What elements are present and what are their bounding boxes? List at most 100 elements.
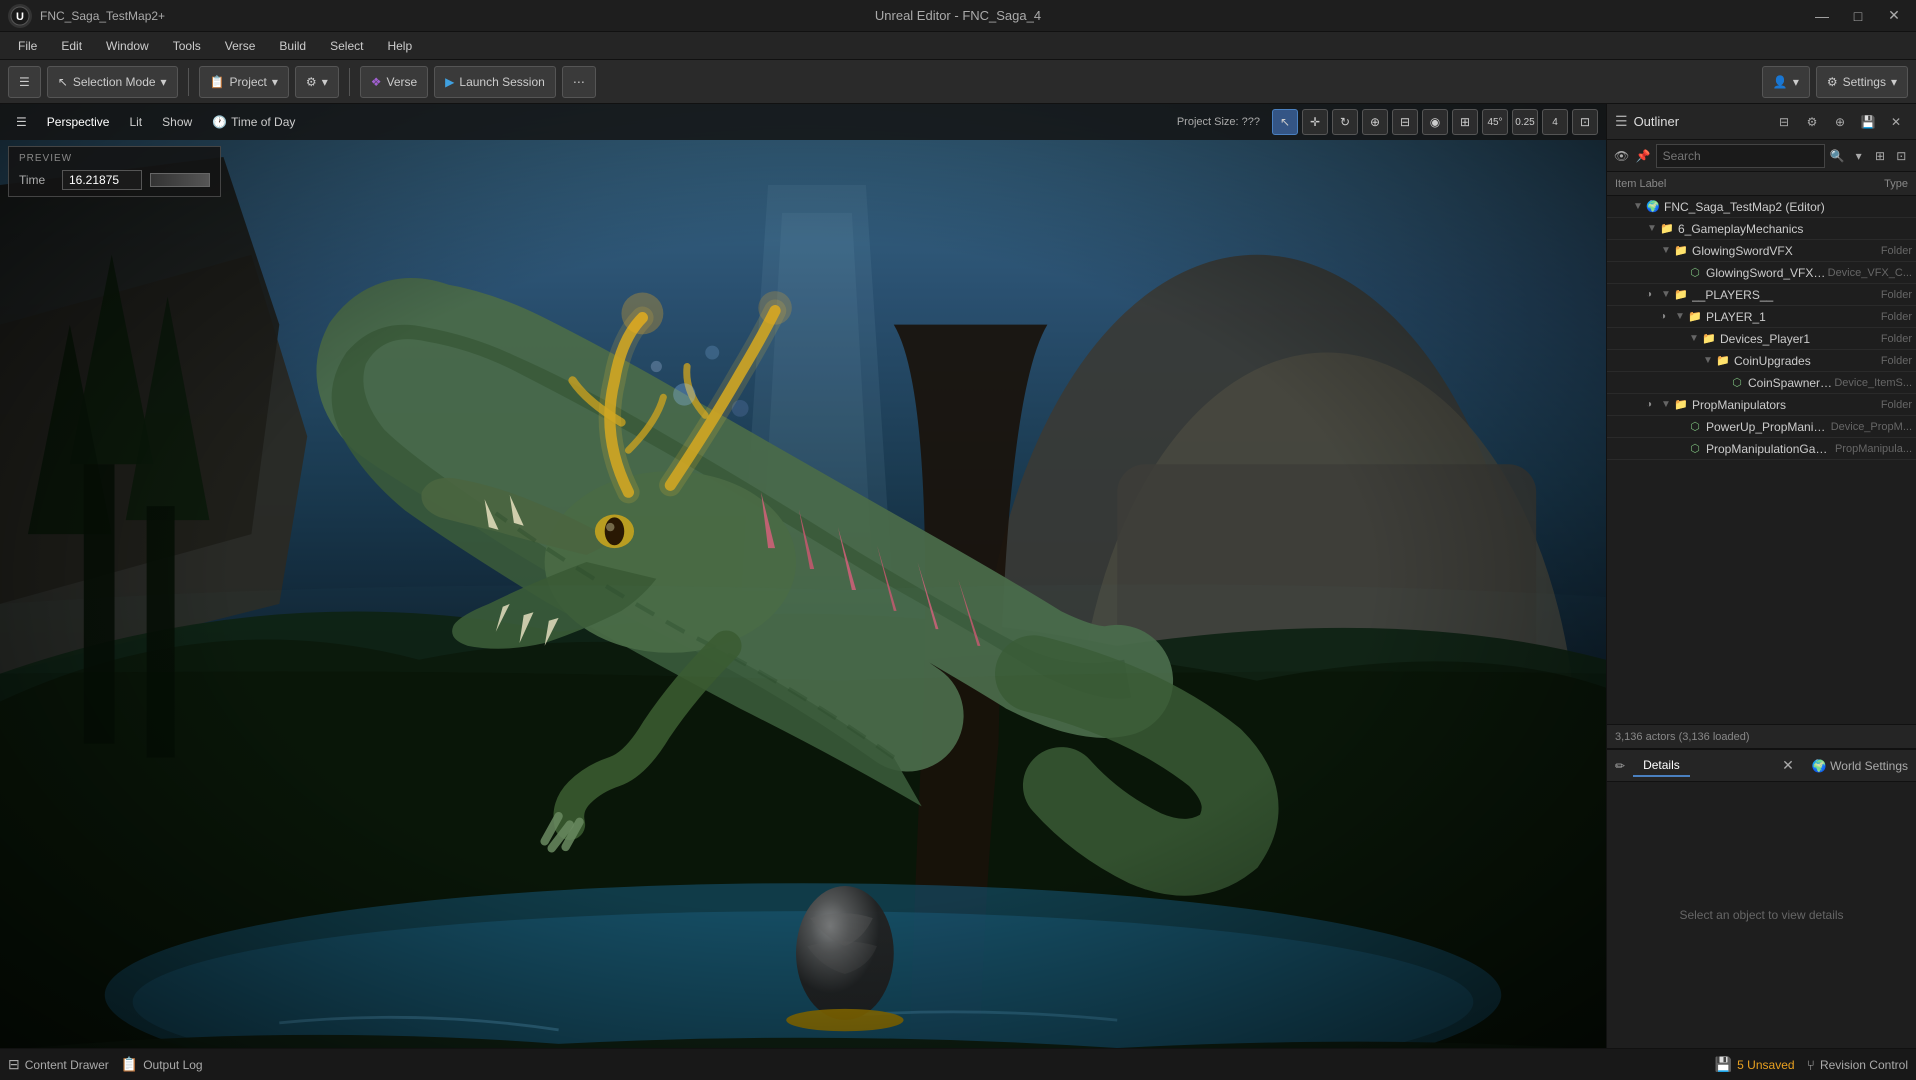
minimize-button[interactable]: —: [1808, 2, 1836, 30]
tree-item-type: PropManipula...: [1835, 443, 1912, 455]
preview-time-input[interactable]: [62, 170, 142, 190]
menu-tools[interactable]: Tools: [163, 36, 211, 56]
lit-button[interactable]: Lit: [121, 112, 150, 132]
maximize-button[interactable]: □: [1844, 2, 1872, 30]
outliner-dropdown-button[interactable]: ▾: [1850, 144, 1867, 168]
viewport-menu-button[interactable]: ☰: [8, 112, 35, 132]
tree-item[interactable]: ▼ 🌍 FNC_Saga_TestMap2 (Editor): [1607, 196, 1916, 218]
eye-toggle[interactable]: ◑: [1639, 289, 1659, 300]
project-size-label: Project Size: ???: [1177, 116, 1260, 128]
tree-arrow-spacer: [1715, 376, 1729, 390]
surface-snap-button[interactable]: ⊟: [1392, 109, 1418, 135]
tree-item[interactable]: ◑ ▼ 📁 PLAYER_1 Folder: [1607, 306, 1916, 328]
outliner-tree[interactable]: ▼ 🌍 FNC_Saga_TestMap2 (Editor) ▼ 📁 6_Gam…: [1607, 196, 1916, 724]
angle-button[interactable]: 45°: [1482, 109, 1508, 135]
tree-expand-arrow[interactable]: ▼: [1659, 398, 1673, 412]
preview-time-bar[interactable]: [150, 173, 210, 187]
tree-item[interactable]: ⬡ PropManipulationGam... PropManipula...: [1607, 438, 1916, 460]
tree-expand-arrow[interactable]: ▼: [1701, 354, 1715, 368]
outliner-grid-button[interactable]: ⊞: [1871, 144, 1888, 168]
hamburger-menu-button[interactable]: ☰: [8, 66, 41, 98]
tree-item-name: PowerUp_PropManipula...: [1706, 420, 1831, 434]
tree-expand-arrow[interactable]: ▼: [1687, 332, 1701, 346]
menu-file[interactable]: File: [8, 36, 47, 56]
orbit-tool-button[interactable]: ↻: [1332, 109, 1358, 135]
tree-expand-arrow[interactable]: ▼: [1659, 244, 1673, 258]
tree-expand-arrow[interactable]: ▼: [1673, 310, 1687, 324]
svg-text:U: U: [16, 11, 24, 23]
outliner-filter-button[interactable]: ⊟: [1772, 110, 1796, 134]
outliner-eye-button[interactable]: 👁: [1613, 144, 1630, 168]
menu-select[interactable]: Select: [320, 36, 373, 56]
project-button[interactable]: 📋 Project ▾: [199, 66, 289, 98]
outliner-save-button[interactable]: 💾: [1856, 110, 1880, 134]
output-log-button[interactable]: 📋 Output Log: [121, 1056, 203, 1073]
viewport[interactable]: ☰ Perspective Lit Show 🕐 Time of Day Pro…: [0, 104, 1606, 1048]
tree-expand-arrow[interactable]: ▼: [1645, 222, 1659, 236]
select-tool-button[interactable]: ↖: [1272, 109, 1298, 135]
outliner-toolbar: 👁 📌 🔍 ▾ ⊞ ⊡: [1607, 140, 1916, 172]
more-options-button[interactable]: ⋯: [562, 66, 596, 98]
menu-build[interactable]: Build: [269, 36, 316, 56]
tree-item-name: __PLAYERS__: [1692, 288, 1881, 302]
revision-control-button[interactable]: ⑂ Revision Control: [1807, 1057, 1908, 1073]
toolbar-separator-1: [188, 68, 189, 96]
camera-speed-button[interactable]: ◉: [1422, 109, 1448, 135]
tree-item[interactable]: ▼ 📁 CoinUpgrades Folder: [1607, 350, 1916, 372]
outliner-search-button[interactable]: 🔍: [1829, 144, 1846, 168]
number-button[interactable]: 4: [1542, 109, 1568, 135]
tree-item[interactable]: ⬡ PowerUp_PropManipula... Device_PropM..…: [1607, 416, 1916, 438]
selection-mode-button[interactable]: ↖ Selection Mode ▾: [47, 66, 178, 98]
selection-mode-label: Selection Mode: [73, 75, 156, 89]
settings-button[interactable]: ⚙ Settings ▾: [1816, 66, 1908, 98]
launch-session-button[interactable]: ▶ Launch Session: [434, 66, 556, 98]
close-button[interactable]: ✕: [1880, 2, 1908, 30]
tree-expand-arrow[interactable]: ▼: [1631, 200, 1645, 214]
tree-item[interactable]: ▼ 📁 Devices_Player1 Folder: [1607, 328, 1916, 350]
world-settings-tab[interactable]: 🌍 World Settings: [1812, 759, 1908, 773]
menu-edit[interactable]: Edit: [51, 36, 92, 56]
selection-mode-chevron: ▾: [161, 75, 167, 89]
tree-item[interactable]: ▼ 📁 GlowingSwordVFX Folder: [1607, 240, 1916, 262]
outliner-close-button[interactable]: ✕: [1884, 110, 1908, 134]
tree-item-type: Device_VFX_C...: [1828, 267, 1912, 279]
grid-button[interactable]: ⊞: [1452, 109, 1478, 135]
outliner-search-input[interactable]: [1656, 144, 1825, 168]
tree-expand-arrow[interactable]: ▼: [1659, 288, 1673, 302]
tree-item-type: Folder: [1881, 333, 1912, 345]
speed-button[interactable]: 0.25: [1512, 109, 1538, 135]
window-title: Unreal Editor - FNC_Saga_4: [875, 8, 1041, 23]
tree-item[interactable]: ⬡ CoinSpawner1Pla... Device_ItemS...: [1607, 372, 1916, 394]
menu-window[interactable]: Window: [96, 36, 159, 56]
move-tool-button[interactable]: ✛: [1302, 109, 1328, 135]
preview-panel: PREVIEW Time: [8, 146, 221, 197]
outliner-collapse-button[interactable]: ⊡: [1893, 144, 1910, 168]
toolbar-extra-button[interactable]: ⚙ ▾: [295, 66, 339, 98]
eye-toggle[interactable]: ◑: [1639, 399, 1659, 410]
eye-toggle[interactable]: ◑: [1653, 311, 1673, 322]
content-drawer-button[interactable]: ⊟ Content Drawer: [8, 1056, 109, 1073]
layout-button[interactable]: ⊡: [1572, 109, 1598, 135]
tree-item-icon: ⬡: [1729, 375, 1745, 391]
tree-item[interactable]: ◑ ▼ 📁 PropManipulators Folder: [1607, 394, 1916, 416]
show-button[interactable]: Show: [154, 112, 200, 132]
unsaved-indicator[interactable]: 💾 5 Unsaved: [1715, 1056, 1795, 1073]
time-of-day-button[interactable]: 🕐 Time of Day: [204, 112, 303, 132]
menu-verse[interactable]: Verse: [215, 36, 266, 56]
perspective-button[interactable]: Perspective: [39, 112, 118, 132]
details-tab[interactable]: Details: [1633, 755, 1690, 777]
outliner-settings-button[interactable]: ⚙: [1800, 110, 1824, 134]
outliner-pin-button[interactable]: 📌: [1634, 144, 1651, 168]
toolbar-extra-icon: ⚙: [306, 75, 317, 89]
details-close-btn[interactable]: ✕: [1782, 757, 1794, 774]
users-button[interactable]: 👤 ▾: [1762, 66, 1810, 98]
verse-label: Verse: [386, 75, 417, 89]
verse-button[interactable]: ❖ Verse: [360, 66, 428, 98]
outliner-add-button[interactable]: ⊕: [1828, 110, 1852, 134]
tree-item-name: PLAYER_1: [1706, 310, 1881, 324]
tree-item[interactable]: ⬡ GlowingSword_VFX Cre... Device_VFX_C..…: [1607, 262, 1916, 284]
tree-item[interactable]: ▼ 📁 6_GameplayMechanics: [1607, 218, 1916, 240]
menu-help[interactable]: Help: [377, 36, 422, 56]
tree-item[interactable]: ◑ ▼ 📁 __PLAYERS__ Folder: [1607, 284, 1916, 306]
snap-toggle-button[interactable]: ⊕: [1362, 109, 1388, 135]
